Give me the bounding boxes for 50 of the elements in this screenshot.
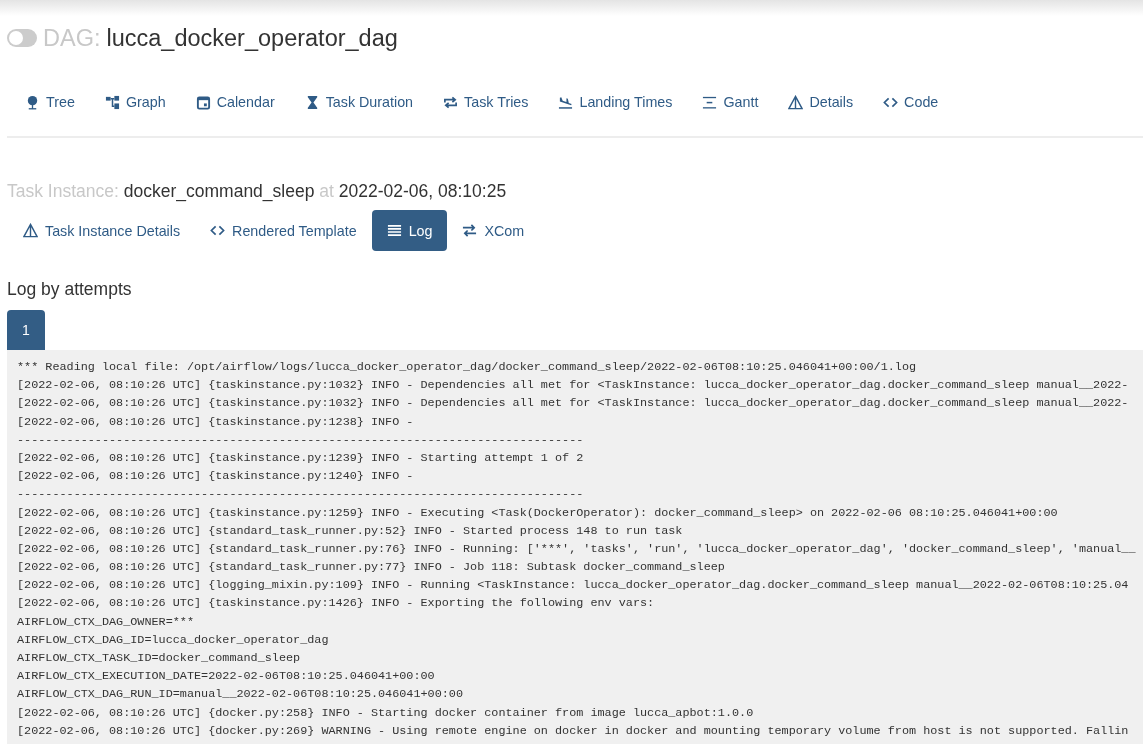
pause-toggle[interactable] (7, 29, 37, 47)
log-line: [2022-02-06, 08:10:26 UTC] {taskinstance.py:1238} INFO - (17, 414, 415, 429)
log-line: AIRFLOW_CTX_TASK_ID=docker_command_sleep (17, 651, 301, 665)
nav-link[interactable]: Task Duration (289, 94, 429, 110)
gantt-icon (702, 94, 718, 110)
log-line: AIRFLOW_CTX_DAG_ID=lucca_docker_operator_dag (17, 632, 329, 647)
graph-icon (104, 94, 120, 110)
nav-link[interactable]: Landing Times (543, 94, 688, 110)
log-line: -------------------------------------------------------------------------------- (17, 487, 584, 502)
task-name: docker_command_sleep (123, 181, 315, 201)
log-line: [2022-02-06, 08:10:26 UTC] {taskinstance.py:1032} INFO - Dependencies all met for <TaskInstance: lucca_docker_operator_dag.docker_command_sleep manual__2022- (17, 378, 1129, 393)
log-line: [2022-02-06, 08:10:26 UTC] {taskinstance.py:1426} INFO - Exporting the following env vars: (17, 596, 655, 611)
swap-icon (462, 223, 478, 238)
nav-link[interactable]: Task Tries (428, 94, 544, 110)
nav-link[interactable]: Graph (89, 94, 181, 110)
log-heading: Log by attempts (6, 279, 133, 300)
list-icon (386, 223, 402, 238)
log-line: *** Reading local file: /opt/airflow/logs/lucca_docker_operator_dag/docker_command_sleep/2022-02-06T08:10:25.046041+00:00/1.log (17, 360, 917, 374)
tab[interactable]: Rendered Template (195, 210, 372, 251)
tree-icon (25, 94, 40, 110)
attempt-tab[interactable]: 1 (7, 310, 45, 350)
log-line: [2022-02-06, 08:10:26 UTC] {taskinstance.py:1032} INFO - Dependencies all met for <TaskInstance: lucca_docker_operator_dag.docker_command_sleep manual__2022- (17, 396, 1129, 411)
nav-link[interactable]: Gantt (687, 94, 774, 110)
nav-link[interactable]: Calendar (180, 94, 290, 110)
log-line: [2022-02-06, 08:10:26 UTC] {standard_task_runner.py:52} INFO - Started process 148 to run task (17, 523, 683, 538)
log-line: [2022-02-06, 08:10:26 UTC] {taskinstance.py:1239} INFO - Starting attempt 1 of 2 (17, 450, 584, 465)
calendar-icon (195, 94, 211, 110)
tab[interactable]: Log (371, 210, 448, 251)
log-line: [2022-02-06, 08:10:26 UTC] {docker.py:269} WARNING - Using remote engine on docker in docker and mounting temporary volume from host is not supported. Fallin (17, 723, 1129, 738)
dag-name: lucca_docker_operator_dag (106, 24, 398, 52)
log-line: [2022-02-06, 08:10:26 UTC] {standard_task_runner.py:76} INFO - Running: ['***', 'tasks', 'run', 'lucca_docker_operator_dag', 'docker_command_sleep', 'manual__ (17, 541, 1136, 556)
warning-icon (788, 94, 804, 110)
nav-link[interactable]: Tree (10, 94, 90, 110)
log-line: AIRFLOW_CTX_EXECUTION_DATE=2022-02-06T08:10:25.046041+00:00 (17, 669, 435, 684)
task-date: 2022-02-06, 08:10:25 (338, 181, 507, 201)
tab[interactable]: XCom (447, 210, 540, 251)
log-line: AIRFLOW_CTX_DAG_OWNER=*** (17, 614, 194, 629)
log-line: AIRFLOW_CTX_DAG_RUN_ID=manual__2022-02-06T08:10:25.046041+00:00 (17, 687, 463, 702)
log-line: [2022-02-06, 08:10:26 UTC] {taskinstance.py:1240} INFO - (17, 469, 415, 484)
log-line: -------------------------------------------------------------------------------- (17, 432, 584, 447)
warning-icon (23, 223, 38, 238)
log-line: [2022-02-06, 08:10:26 UTC] {logging_mixin.py:109} INFO - Running <TaskInstance: lucca_docker_operator_dag.docker_command_sleep manual__2022-02-06T08:10:25.04 (17, 578, 1129, 593)
log-line: [2022-02-06, 08:10:26 UTC] {standard_task_runner.py:77} INFO - Job 118: Subtask docker_command_sleep (17, 560, 725, 575)
nav-link[interactable]: Code (868, 94, 954, 110)
tab[interactable]: Task Instance Details (8, 210, 196, 251)
log-line: [2022-02-06, 08:10:26 UTC] {docker.py:258} INFO - Starting docker container from image lucca_apbot:1.0.0 (17, 705, 754, 720)
code-icon (210, 223, 226, 238)
nav-link[interactable]: Details (773, 94, 869, 110)
repeat-icon (443, 94, 459, 110)
log-line: [2022-02-06, 08:10:26 UTC] {taskinstance.py:1259} INFO - Executing <Task(DockerOperator): docker_command_sleep> on 2022-02-06 08:10:25.046041+00:00 (17, 505, 1058, 520)
